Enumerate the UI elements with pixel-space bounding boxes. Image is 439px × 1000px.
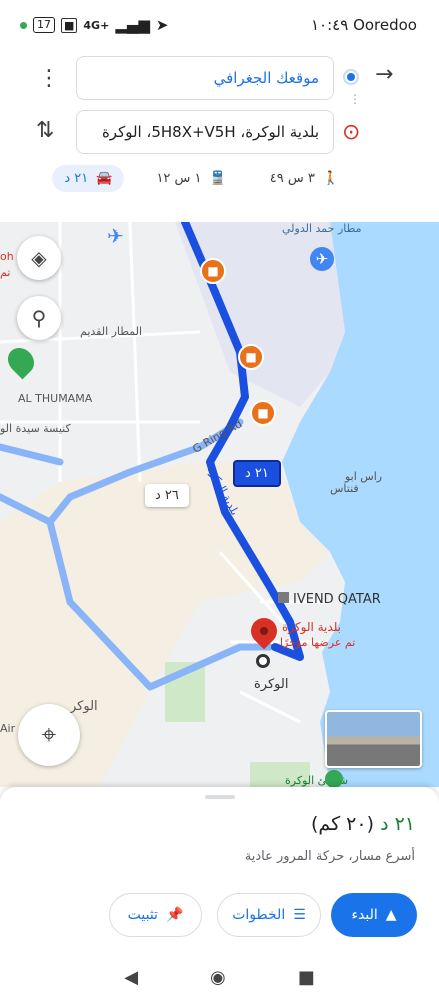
destination-title: بلدية الوكرة: [282, 620, 342, 634]
walk-icon: 🚶: [322, 171, 339, 186]
my-location-button[interactable]: ⌖: [18, 704, 80, 766]
list-icon: ☰: [293, 907, 306, 923]
pin-button-label: تثبيت: [127, 907, 158, 923]
route-distance: (٢٠ كم): [311, 813, 375, 835]
system-nav-bar: ◀ ◉ ■: [0, 954, 439, 1000]
route-time-bubble-primary[interactable]: ٢١ د: [233, 460, 281, 487]
location-arrow-icon: ➤: [155, 16, 169, 34]
map-label-church: كنيسة سيدة الو: [0, 422, 71, 435]
origin-dot-icon: [341, 67, 361, 87]
carrier: Ooredoo: [353, 16, 417, 34]
destination-field[interactable]: بلدية الوكرة، 5H8X+V5H، الوكرة: [76, 110, 334, 154]
destination-pin-icon: ⊙: [342, 120, 361, 145]
start-button-label: البدء: [351, 907, 378, 923]
mode-walking[interactable]: 🚶 ٣ س ٤٩: [258, 165, 351, 192]
crosshair-icon: ⌖: [41, 719, 57, 750]
map-label-wakrah-street: الوكر: [70, 699, 98, 714]
route-description: أسرع مسار، حركة المرور عادية: [244, 849, 415, 864]
car-icon: 🚘: [96, 171, 113, 186]
beach-pin-icon[interactable]: [325, 770, 343, 787]
map-label-ivend: IVEND QATAR: [278, 592, 381, 607]
destination-marker[interactable]: [245, 612, 283, 652]
map-label-thumama: AL THUMAMA: [18, 392, 93, 405]
clock: ١٠:٤٩: [311, 16, 349, 34]
search-icon: ⚲: [31, 306, 47, 330]
back-arrow-icon[interactable]: →: [375, 62, 393, 87]
mode-transit-label: ١ س ١٢: [156, 171, 202, 186]
speed-camera-icon[interactable]: ■: [250, 400, 276, 426]
status-right: ١٠:٤٩ Ooredoo: [311, 16, 417, 34]
destination-subtitle: تم عرضها مؤخرًا: [280, 636, 356, 649]
status-icons: 17 ■ 4G+ ▂▄▆ ➤: [20, 16, 169, 34]
route-summary: ٢١ د (٢٠ كم): [311, 813, 415, 835]
steps-button-label: الخطوات: [232, 907, 286, 923]
pin-button[interactable]: 📌 تثبيت: [109, 893, 202, 937]
recents-square-icon[interactable]: ■: [298, 967, 315, 988]
destination-endpoint-icon: [256, 654, 270, 668]
signal-bars-icon: ▂▄▆: [115, 16, 150, 34]
speed-camera-icon[interactable]: ■: [238, 344, 264, 370]
map-label-wakra: الوكرة: [254, 677, 289, 692]
map-label-old-airport: المطار القديم: [80, 325, 143, 338]
pin-icon: 📌: [165, 907, 184, 923]
sheet-handle[interactable]: [205, 795, 235, 799]
battery-icon: 17: [33, 17, 55, 33]
map-view[interactable]: مطار حمد الدولي المطار القديم AL THUMAMA…: [0, 222, 439, 787]
green-dot-icon: [20, 21, 27, 29]
layers-icon: ◈: [31, 246, 47, 270]
status-bar: 17 ■ 4G+ ▂▄▆ ➤ ١٠:٤٩ Ooredoo: [0, 0, 439, 50]
start-button[interactable]: ▲ البدء: [331, 893, 417, 937]
map-label-ivend-text: IVEND QATAR: [293, 592, 381, 607]
route-time-bubble-alt[interactable]: ٢٦ د: [145, 484, 189, 507]
travel-modes: 🚘 ٢١ د 🚆 ١ س ١٢ 🚶 ٣ س ٤٩: [52, 165, 351, 192]
map-canvas: [0, 222, 439, 787]
map-label-fontas: فنتاس: [330, 482, 359, 495]
map-label-oh: oh: [0, 250, 14, 263]
swap-icon[interactable]: ⇅: [36, 118, 54, 143]
map-label-airport: مطار حمد الدولي: [282, 222, 362, 235]
steps-button[interactable]: ☰ الخطوات: [217, 893, 321, 937]
mode-driving-label: ٢١ د: [64, 171, 89, 186]
street-view-thumbnail[interactable]: [325, 710, 422, 768]
airport-icon-left[interactable]: ✈: [107, 224, 124, 248]
navigation-arrow-icon: ▲: [385, 907, 397, 923]
origin-field[interactable]: موقعك الجغرافي: [76, 56, 334, 100]
mode-walking-label: ٣ س ٤٩: [269, 171, 315, 186]
mode-driving[interactable]: 🚘 ٢١ د: [52, 165, 125, 192]
search-map-button[interactable]: ⚲: [17, 296, 61, 340]
route-panel: ⋮ موقعك الجغرافي → ⋮ ⇅ بلدية الوكرة، 5H8…: [0, 50, 439, 222]
map-label-tm: تم: [0, 266, 11, 279]
mode-transit[interactable]: 🚆 ١ س ١٢: [144, 165, 237, 192]
store-icon: [278, 592, 289, 603]
directions-sheet: ٢١ د (٢٠ كم) أسرع مسار، حركة المرور عادي…: [0, 787, 439, 954]
route-dots-icon: ⋮: [349, 92, 361, 106]
transit-icon: 🚆: [209, 171, 226, 186]
sim-icon: ■: [61, 17, 78, 33]
back-triangle-icon[interactable]: ◀: [124, 967, 138, 988]
more-options-icon[interactable]: ⋮: [38, 66, 60, 91]
home-circle-icon[interactable]: ◉: [210, 967, 226, 988]
speed-camera-icon[interactable]: ■: [200, 258, 226, 284]
signal-icon: 4G+: [83, 18, 110, 32]
airport-icon-right[interactable]: ✈: [310, 247, 334, 271]
layers-button[interactable]: ◈: [17, 236, 61, 280]
route-time: ٢١ د: [380, 813, 415, 835]
